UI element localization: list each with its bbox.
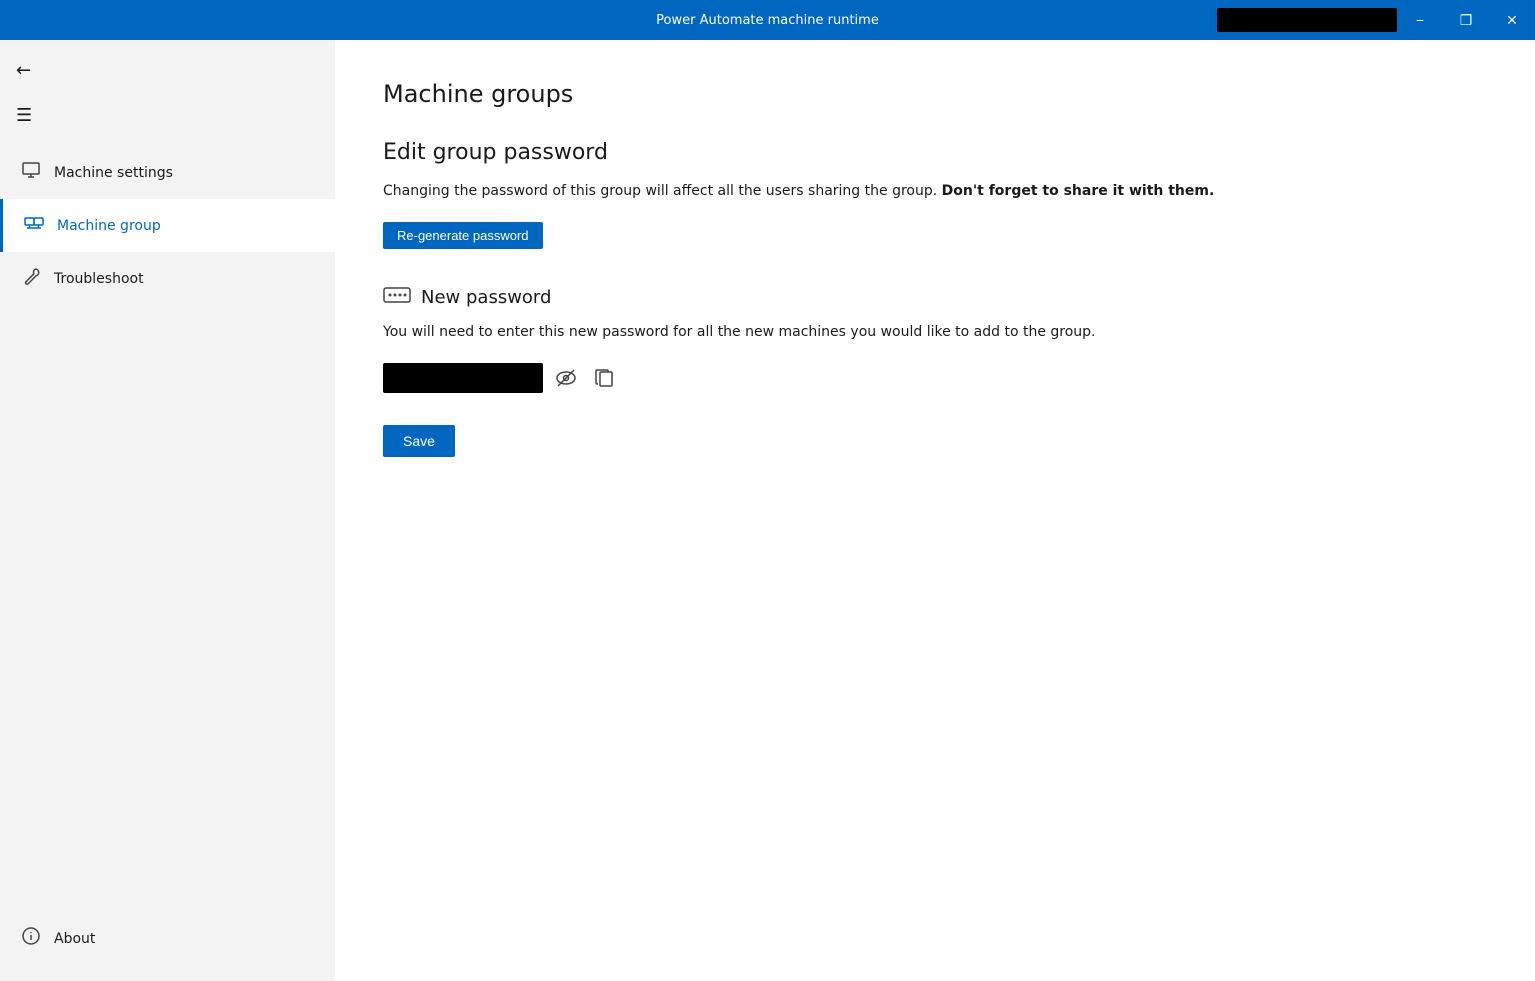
page-title: Machine groups xyxy=(383,80,1487,108)
sidebar: ← ☰ Machine settings xyxy=(0,40,335,981)
regen-password-button[interactable]: Re-generate password xyxy=(383,222,543,249)
group-icon xyxy=(23,213,45,238)
sidebar-nav: Machine settings Machine group xyxy=(0,146,335,305)
titlebar: Power Automate machine runtime − ❐ ✕ xyxy=(0,0,1535,40)
password-section-title-text: New password xyxy=(421,287,551,308)
sidebar-item-label-troubleshoot: Troubleshoot xyxy=(54,271,144,287)
main-content: Machine groups Edit group password Chang… xyxy=(335,40,1535,981)
sidebar-item-label-machine-group: Machine group xyxy=(57,218,161,234)
hamburger-button[interactable]: ☰ xyxy=(0,93,335,138)
password-dots-icon xyxy=(383,285,411,310)
about-label: About xyxy=(54,931,95,947)
monitor-icon xyxy=(20,160,42,185)
minimize-button[interactable]: − xyxy=(1397,0,1443,40)
window-controls: − ❐ ✕ xyxy=(1397,0,1535,40)
password-value xyxy=(383,363,543,393)
app-body: ← ☰ Machine settings xyxy=(0,40,1535,981)
account-area xyxy=(1217,8,1397,32)
password-section-header: New password xyxy=(383,285,1487,310)
copy-icon xyxy=(593,367,615,389)
save-button[interactable]: Save xyxy=(383,425,455,457)
sidebar-item-machine-settings[interactable]: Machine settings xyxy=(0,146,335,199)
sidebar-item-machine-group[interactable]: Machine group xyxy=(0,199,335,252)
edit-section-title: Edit group password xyxy=(383,140,1487,165)
edit-description-bold: Don't forget to share it with them. xyxy=(942,183,1215,199)
edit-description: Changing the password of this group will… xyxy=(383,181,1487,202)
eye-icon xyxy=(555,367,577,389)
sidebar-bottom: About xyxy=(0,912,335,981)
sidebar-item-label-machine-settings: Machine settings xyxy=(54,165,173,181)
edit-description-normal: Changing the password of this group will… xyxy=(383,183,937,199)
back-button[interactable]: ← xyxy=(0,48,335,93)
restore-button[interactable]: ❐ xyxy=(1443,0,1489,40)
info-icon xyxy=(20,926,42,951)
app-title: Power Automate machine runtime xyxy=(656,13,879,28)
show-password-button[interactable] xyxy=(551,363,581,393)
copy-password-button[interactable] xyxy=(589,363,619,393)
sidebar-item-troubleshoot[interactable]: Troubleshoot xyxy=(0,252,335,305)
back-arrow-icon: ← xyxy=(16,60,31,81)
password-field-row xyxy=(383,363,1487,393)
password-description: You will need to enter this new password… xyxy=(383,322,1487,343)
wrench-icon xyxy=(20,266,42,291)
close-button[interactable]: ✕ xyxy=(1489,0,1535,40)
sidebar-item-about[interactable]: About xyxy=(0,912,335,965)
hamburger-icon: ☰ xyxy=(16,105,32,126)
